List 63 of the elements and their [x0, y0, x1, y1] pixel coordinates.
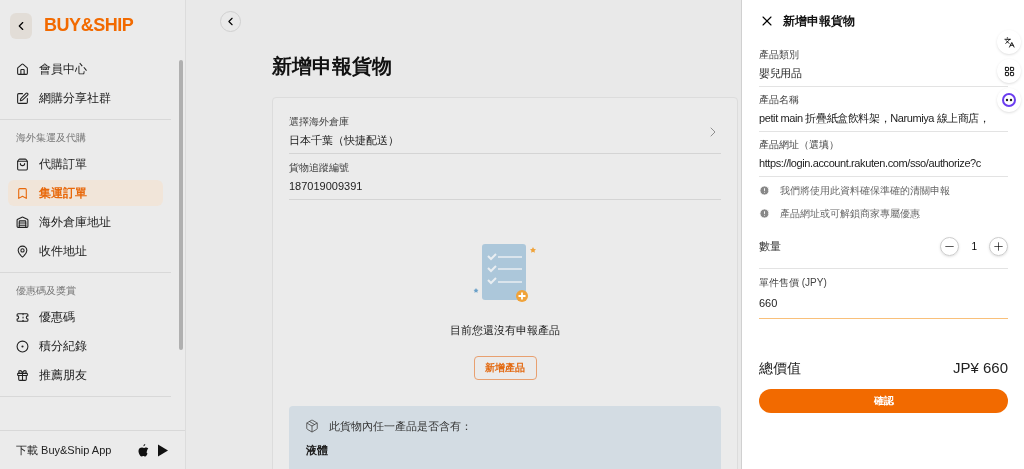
section-heading: 海外集運及代購: [15, 131, 87, 145]
download-app-text: 下載 Buy&Ship App: [16, 442, 112, 458]
location-pin-icon: [16, 244, 29, 258]
notice-item: 液體: [306, 443, 328, 458]
field-label: 選擇海外倉庫: [289, 115, 350, 130]
eyes-icon: [1002, 93, 1016, 107]
gift-icon: [16, 368, 29, 382]
translate-button[interactable]: [997, 30, 1021, 54]
field-value: petit main 折疊紙盒飲料架，Narumiya 線上商店，: [759, 110, 991, 126]
empty-state-message: 目前您還沒有申報產品: [450, 323, 560, 338]
text-field[interactable]: 產品類別 嬰兒用品: [759, 46, 995, 82]
play-store-icon[interactable]: [157, 443, 169, 457]
alert-icon: [759, 185, 770, 196]
ticket-icon: [16, 310, 29, 324]
total-value: JP¥ 660: [952, 358, 1008, 378]
price-field[interactable]: 單件售價 (JPY) 660: [759, 269, 1008, 319]
field-value: 日本千葉（快捷配送）: [289, 133, 399, 149]
field-value: https://login.account.rakuten.com/sso/authorize?c: [759, 155, 982, 171]
bag-icon: [16, 157, 29, 171]
house-icon: [16, 62, 29, 76]
field-label: 單件售價 (JPY): [759, 276, 828, 291]
brand-logo: BUY&SHIP: [44, 14, 134, 37]
target-icon: [16, 339, 29, 353]
alert-icon: [759, 208, 770, 219]
hint-text: 產品網址或可解鎖商家專屬優惠: [780, 207, 920, 221]
quantity-label: 數量: [759, 239, 781, 255]
section-heading: 優惠碼及獎賞: [15, 284, 77, 298]
sidebar-item[interactable]: 優惠碼: [8, 304, 163, 330]
translate-icon: [1003, 36, 1015, 48]
quantity-value: 1: [971, 240, 977, 254]
back-button[interactable]: [10, 12, 32, 39]
sidebar-item[interactable]: 收件地址: [8, 238, 163, 264]
sidebar-item[interactable]: 積分紀錄: [8, 333, 163, 359]
field-value: 187019009391: [289, 179, 363, 195]
total-label: 總價值: [759, 358, 801, 378]
sidebar-item[interactable]: 會員中心: [8, 56, 163, 82]
field-label: 產品網址（選填）: [759, 137, 840, 152]
field-value: 嬰兒用品: [759, 65, 803, 81]
warehouse-select[interactable]: 選擇海外倉庫 日本千葉（快捷配送）: [289, 108, 721, 154]
page-title: 新增申報貨物: [272, 54, 392, 79]
sidebar-item[interactable]: 網購分享社群: [8, 85, 163, 111]
text-field[interactable]: 貨物追蹤編號 187019009391: [289, 154, 721, 200]
edit-icon: [16, 91, 29, 105]
sidebar-item[interactable]: 推薦朋友: [8, 362, 163, 388]
notice-title: 此貨物內任一產品是否含有：: [329, 418, 472, 434]
apple-icon[interactable]: [137, 443, 149, 457]
field-label: 產品類別: [759, 47, 800, 62]
text-field[interactable]: 產品網址（選填） https://login.account.rakuten.com/sso/authorize?c: [759, 136, 995, 172]
text-field[interactable]: 產品名稱 petit main 折疊紙盒飲料架，Narumiya 線上商店，: [759, 91, 995, 127]
sidebar-item[interactable]: 代購訂單: [8, 151, 163, 177]
apps-button[interactable]: [997, 59, 1021, 83]
grid-icon: [1003, 65, 1015, 77]
field-value: 660: [759, 296, 779, 312]
field-label: 貨物追蹤編號: [289, 161, 350, 176]
plus-icon: [992, 240, 1005, 253]
warehouse-icon: [16, 215, 29, 229]
field-label: 產品名稱: [759, 92, 800, 107]
sidebar-item[interactable]: 海外倉庫地址: [8, 209, 163, 235]
drawer-title: 新增申報貨物: [783, 13, 855, 30]
package-icon: [305, 418, 319, 433]
assistant-button[interactable]: [997, 88, 1021, 112]
hint-text: 我們將使用此資料確保準確的清關申報: [780, 184, 950, 198]
bookmark-icon: [16, 186, 29, 200]
